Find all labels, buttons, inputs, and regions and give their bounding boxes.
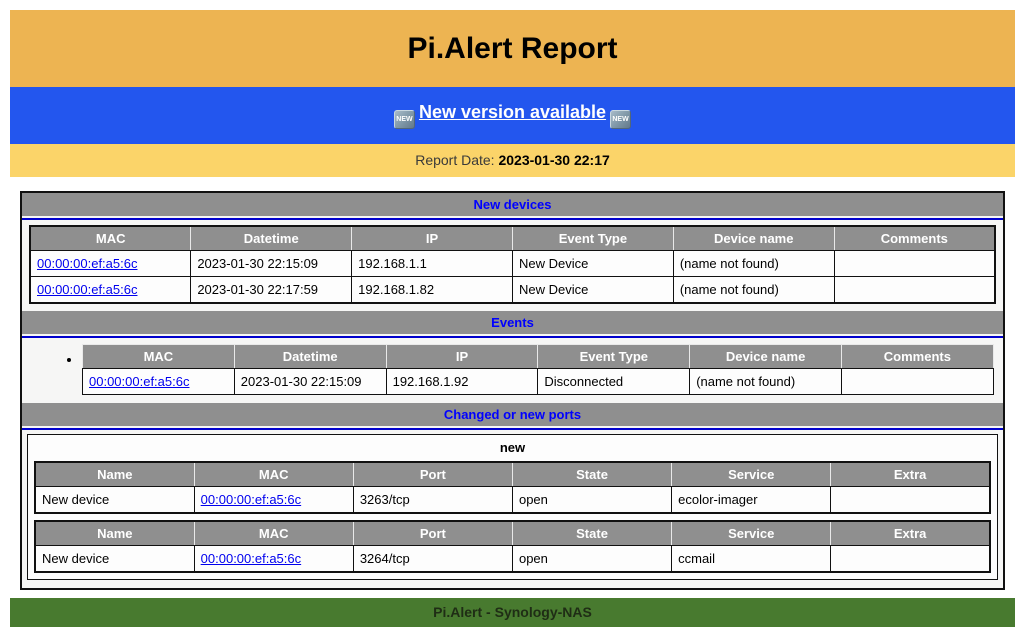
events-table: MAC Datetime IP Event Type Device name C… xyxy=(82,344,994,395)
ports-group-label: new xyxy=(28,435,997,461)
cell-datetime: 2023-01-30 22:15:09 xyxy=(191,251,352,277)
table-header-row: MAC Datetime IP Event Type Device name C… xyxy=(30,226,995,251)
version-banner-band: NEWNew version availableNEW xyxy=(10,87,1015,144)
column-header-name: Name xyxy=(35,462,194,487)
cell-event-type: New Device xyxy=(512,277,673,304)
table-row: New device 00:00:00:ef:a5:6c 3264/tcp op… xyxy=(35,546,990,573)
ports-table: Name MAC Port State Service Extra New de… xyxy=(34,461,991,514)
ports-group-box: new Name MAC Port State Service Extra Ne… xyxy=(27,434,998,580)
column-header-comments: Comments xyxy=(834,226,995,251)
section-divider xyxy=(22,428,1003,430)
cell-comments xyxy=(834,251,995,277)
table-header-row: MAC Datetime IP Event Type Device name C… xyxy=(83,345,994,369)
column-header-ip: IP xyxy=(386,345,538,369)
column-header-mac: MAC xyxy=(83,345,235,369)
events-list-item: MAC Datetime IP Event Type Device name C… xyxy=(82,344,1003,395)
column-header-comments: Comments xyxy=(841,345,993,369)
cell-device-name: (name not found) xyxy=(673,277,834,304)
table-row: 00:00:00:ef:a5:6c 2023-01-30 22:15:09 19… xyxy=(83,369,994,395)
ports-table: Name MAC Port State Service Extra New de… xyxy=(34,520,991,573)
cell-ip: 192.168.1.1 xyxy=(352,251,513,277)
column-header-port: Port xyxy=(353,521,512,546)
section-divider xyxy=(22,336,1003,338)
footer-text: Pi.Alert - Synology-NAS xyxy=(433,604,592,620)
cell-datetime: 2023-01-30 22:17:59 xyxy=(191,277,352,304)
cell-service: ccmail xyxy=(672,546,831,573)
cell-event-type: New Device xyxy=(512,251,673,277)
mac-link[interactable]: 00:00:00:ef:a5:6c xyxy=(37,256,137,271)
mac-link[interactable]: 00:00:00:ef:a5:6c xyxy=(37,282,137,297)
column-header-mac: MAC xyxy=(194,462,353,487)
new-version-link[interactable]: NEWNew version availableNEW xyxy=(394,102,631,122)
cell-service: ecolor-imager xyxy=(672,487,831,514)
mac-link[interactable]: 00:00:00:ef:a5:6c xyxy=(89,374,189,389)
column-header-extra: Extra xyxy=(831,462,990,487)
column-header-mac: MAC xyxy=(194,521,353,546)
new-devices-table: MAC Datetime IP Event Type Device name C… xyxy=(29,225,996,304)
cell-mac: 00:00:00:ef:a5:6c xyxy=(194,487,353,514)
cell-ip: 192.168.1.92 xyxy=(386,369,538,395)
cell-mac: 00:00:00:ef:a5:6c xyxy=(30,251,191,277)
cell-comments xyxy=(834,277,995,304)
cell-device-name: (name not found) xyxy=(690,369,842,395)
cell-name: New device xyxy=(35,546,194,573)
cell-port: 3264/tcp xyxy=(353,546,512,573)
cell-datetime: 2023-01-30 22:15:09 xyxy=(234,369,386,395)
report-date-label: Report Date: xyxy=(415,152,494,168)
new-badge-icon[interactable]: NEW xyxy=(610,110,631,129)
report-body: New devices MAC Datetime IP Event Type D… xyxy=(20,191,1005,590)
column-header-event-type: Event Type xyxy=(512,226,673,251)
section-header-events: Events xyxy=(22,311,1003,334)
table-header-row: Name MAC Port State Service Extra xyxy=(35,462,990,487)
cell-mac: 00:00:00:ef:a5:6c xyxy=(83,369,235,395)
column-header-extra: Extra xyxy=(831,521,990,546)
events-list: MAC Datetime IP Event Type Device name C… xyxy=(22,344,1003,395)
cell-port: 3263/tcp xyxy=(353,487,512,514)
section-header-new-devices: New devices xyxy=(22,193,1003,216)
cell-state: open xyxy=(512,487,671,514)
column-header-service: Service xyxy=(672,521,831,546)
new-badge-icon[interactable]: NEW xyxy=(394,110,415,129)
table-header-row: Name MAC Port State Service Extra xyxy=(35,521,990,546)
cell-ip: 192.168.1.82 xyxy=(352,277,513,304)
report-date-value: 2023-01-30 22:17 xyxy=(498,152,609,168)
cell-device-name: (name not found) xyxy=(673,251,834,277)
mac-link[interactable]: 00:00:00:ef:a5:6c xyxy=(201,492,301,507)
cell-event-type: Disconnected xyxy=(538,369,690,395)
column-header-name: Name xyxy=(35,521,194,546)
cell-comments xyxy=(841,369,993,395)
column-header-service: Service xyxy=(672,462,831,487)
section-divider xyxy=(22,218,1003,220)
cell-extra xyxy=(831,487,990,514)
new-version-link-label[interactable]: New version available xyxy=(419,102,606,122)
table-row: 00:00:00:ef:a5:6c 2023-01-30 22:17:59 19… xyxy=(30,277,995,304)
column-header-datetime: Datetime xyxy=(234,345,386,369)
section-header-ports: Changed or new ports xyxy=(22,403,1003,426)
cell-state: open xyxy=(512,546,671,573)
report-date-band: Report Date: 2023-01-30 22:17 xyxy=(10,144,1015,177)
table-row: New device 00:00:00:ef:a5:6c 3263/tcp op… xyxy=(35,487,990,514)
cell-extra xyxy=(831,546,990,573)
column-header-datetime: Datetime xyxy=(191,226,352,251)
column-header-ip: IP xyxy=(352,226,513,251)
column-header-device-name: Device name xyxy=(673,226,834,251)
footer-bar: Pi.Alert - Synology-NAS xyxy=(10,598,1015,627)
column-header-port: Port xyxy=(353,462,512,487)
column-header-state: State xyxy=(512,521,671,546)
cell-mac: 00:00:00:ef:a5:6c xyxy=(30,277,191,304)
column-header-device-name: Device name xyxy=(690,345,842,369)
column-header-state: State xyxy=(512,462,671,487)
cell-name: New device xyxy=(35,487,194,514)
column-header-mac: MAC xyxy=(30,226,191,251)
report-header-band: Pi.Alert Report xyxy=(10,10,1015,87)
table-row: 00:00:00:ef:a5:6c 2023-01-30 22:15:09 19… xyxy=(30,251,995,277)
mac-link[interactable]: 00:00:00:ef:a5:6c xyxy=(201,551,301,566)
page-title: Pi.Alert Report xyxy=(10,31,1015,67)
cell-mac: 00:00:00:ef:a5:6c xyxy=(194,546,353,573)
column-header-event-type: Event Type xyxy=(538,345,690,369)
